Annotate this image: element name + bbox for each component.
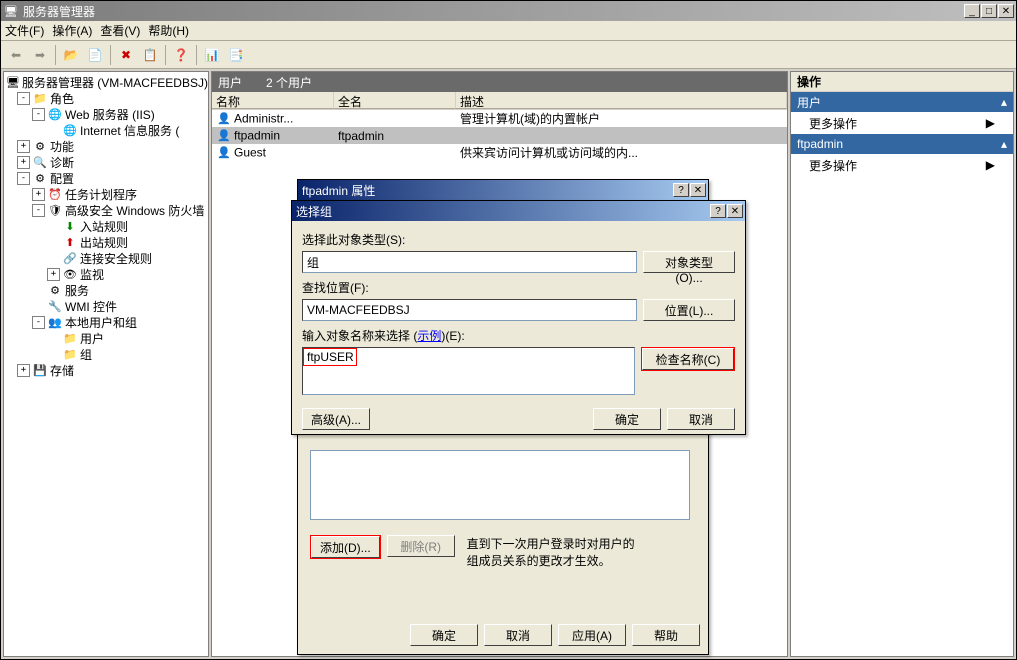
select-title: 选择组 — [294, 203, 710, 220]
user-row-ftpadmin[interactable]: 👤ftpadmin ftpadmin — [212, 127, 787, 144]
select-close-icon[interactable]: ✕ — [727, 204, 743, 218]
tree-storage[interactable]: +💾存储 — [6, 362, 206, 378]
tree-iis-info[interactable]: 🌐Internet 信息服务 ( — [6, 122, 206, 138]
group-note: 直到下一次用户登录时对用户的组成员关系的更改才生效。 — [467, 535, 642, 569]
obj-type-label: 选择此对象类型(S): — [302, 231, 735, 248]
prop-ok-button[interactable]: 确定 — [410, 624, 478, 646]
col-fullname[interactable]: 全名 — [334, 92, 456, 109]
actions-title: 操作 — [791, 72, 1013, 92]
users-panel-title: 用户 — [218, 74, 242, 91]
toolbar: ⬅ ➡ 📂 📄 ✖ 📋 ❓ 📊 📑 — [1, 41, 1016, 69]
menu-action[interactable]: 操作(A) — [52, 22, 92, 39]
tree-wmi[interactable]: 🔧WMI 控件 — [6, 298, 206, 314]
close-button[interactable]: ✕ — [998, 4, 1014, 18]
tree-pane: 🖥服务器管理器 (VM-MACFEEDBSJ) -📁角色 -🌐Web 服务器 (… — [3, 71, 209, 657]
tree-root[interactable]: 🖥服务器管理器 (VM-MACFEEDBSJ) — [6, 74, 206, 90]
actions-section-users[interactable]: 用户▴ — [791, 92, 1013, 112]
col-name[interactable]: 名称 — [212, 92, 334, 109]
tree-outbound[interactable]: ⬆出站规则 — [6, 234, 206, 250]
prop-title: ftpadmin 属性 — [300, 182, 673, 199]
col-desc[interactable]: 描述 — [456, 92, 787, 109]
maximize-button[interactable]: □ — [981, 4, 997, 18]
select-help-icon[interactable]: ? — [710, 204, 726, 218]
forward-button: ➡ — [29, 44, 51, 66]
tree-firewall[interactable]: -🛡高级安全 Windows 防火墙 — [6, 202, 206, 218]
prop-close-icon[interactable]: ✕ — [690, 183, 706, 197]
user-row-administrator[interactable]: 👤Administr... 管理计算机(域)的内置帐户 — [212, 110, 787, 127]
back-button: ⬅ — [5, 44, 27, 66]
delete-button[interactable]: ✖ — [115, 44, 137, 66]
up-button[interactable]: 📂 — [60, 44, 82, 66]
example-link[interactable]: 示例 — [417, 329, 441, 343]
location-button[interactable]: 位置(L)... — [643, 299, 735, 321]
actions-pane: 操作 用户▴ 更多操作▶ ftpadmin▴ 更多操作▶ — [790, 71, 1014, 657]
names-label: 输入对象名称来选择 (示例)(E): — [302, 327, 735, 344]
users-count: 2 个用户 — [266, 74, 312, 91]
tree-diagnostics[interactable]: +🔍诊断 — [6, 154, 206, 170]
prop-apply-button[interactable]: 应用(A) — [558, 624, 626, 646]
prop-help-icon[interactable]: ? — [673, 183, 689, 197]
app-icon: 🖥 — [3, 3, 19, 19]
tree-groups[interactable]: 📁组 — [6, 346, 206, 362]
minimize-button[interactable]: _ — [964, 4, 980, 18]
tree-roles[interactable]: -📁角色 — [6, 90, 206, 106]
actions-more-users[interactable]: 更多操作▶ — [791, 112, 1013, 134]
actions-section-ftpadmin[interactable]: ftpadmin▴ — [791, 134, 1013, 154]
extra1-button[interactable]: 📊 — [201, 44, 223, 66]
tree-task-sched[interactable]: +⏰任务计划程序 — [6, 186, 206, 202]
prop-help-button[interactable]: 帮助 — [632, 624, 700, 646]
tree-services[interactable]: ⚙服务 — [6, 282, 206, 298]
refresh-button[interactable]: 📋 — [139, 44, 161, 66]
select-group-dialog: 选择组 ? ✕ 选择此对象类型(S): 对象类型(O)... 查找位置(F): … — [291, 200, 746, 435]
add-button[interactable]: 添加(D)... — [311, 536, 380, 558]
select-ok-button[interactable]: 确定 — [593, 408, 661, 430]
actions-more-ftpadmin[interactable]: 更多操作▶ — [791, 154, 1013, 176]
tree-monitor[interactable]: +👁监视 — [6, 266, 206, 282]
menubar: 文件(F) 操作(A) 查看(V) 帮助(H) — [1, 21, 1016, 41]
user-row-guest[interactable]: 👤Guest 供来宾访问计算机或访问域的内... — [212, 144, 787, 161]
window-title: 服务器管理器 — [21, 3, 964, 20]
list-header: 名称 全名 描述 — [212, 92, 787, 110]
obj-type-button[interactable]: 对象类型(O)... — [643, 251, 735, 273]
tree-features[interactable]: +⚙功能 — [6, 138, 206, 154]
advanced-button[interactable]: 高级(A)... — [302, 408, 370, 430]
location-field — [302, 299, 637, 321]
remove-button: 删除(R) — [387, 535, 455, 557]
select-cancel-button[interactable]: 取消 — [667, 408, 735, 430]
help-button[interactable]: ❓ — [170, 44, 192, 66]
tree-users[interactable]: 📁用户 — [6, 330, 206, 346]
tree-config[interactable]: -⚙配置 — [6, 170, 206, 186]
location-label: 查找位置(F): — [302, 279, 735, 296]
menu-file[interactable]: 文件(F) — [5, 22, 44, 39]
tree-local-users[interactable]: -👥本地用户和组 — [6, 314, 206, 330]
obj-type-field — [302, 251, 637, 273]
extra2-button[interactable]: 📑 — [225, 44, 247, 66]
menu-view[interactable]: 查看(V) — [100, 22, 140, 39]
properties-button[interactable]: 📄 — [84, 44, 106, 66]
tree-inbound[interactable]: ⬇入站规则 — [6, 218, 206, 234]
tree-conn-sec[interactable]: 🔗连接安全规则 — [6, 250, 206, 266]
check-names-button[interactable]: 检查名称(C) — [642, 348, 734, 370]
prop-cancel-button[interactable]: 取消 — [484, 624, 552, 646]
tree-web-iis[interactable]: -🌐Web 服务器 (IIS) — [6, 106, 206, 122]
menu-help[interactable]: 帮助(H) — [148, 22, 189, 39]
names-textarea[interactable] — [302, 347, 635, 395]
